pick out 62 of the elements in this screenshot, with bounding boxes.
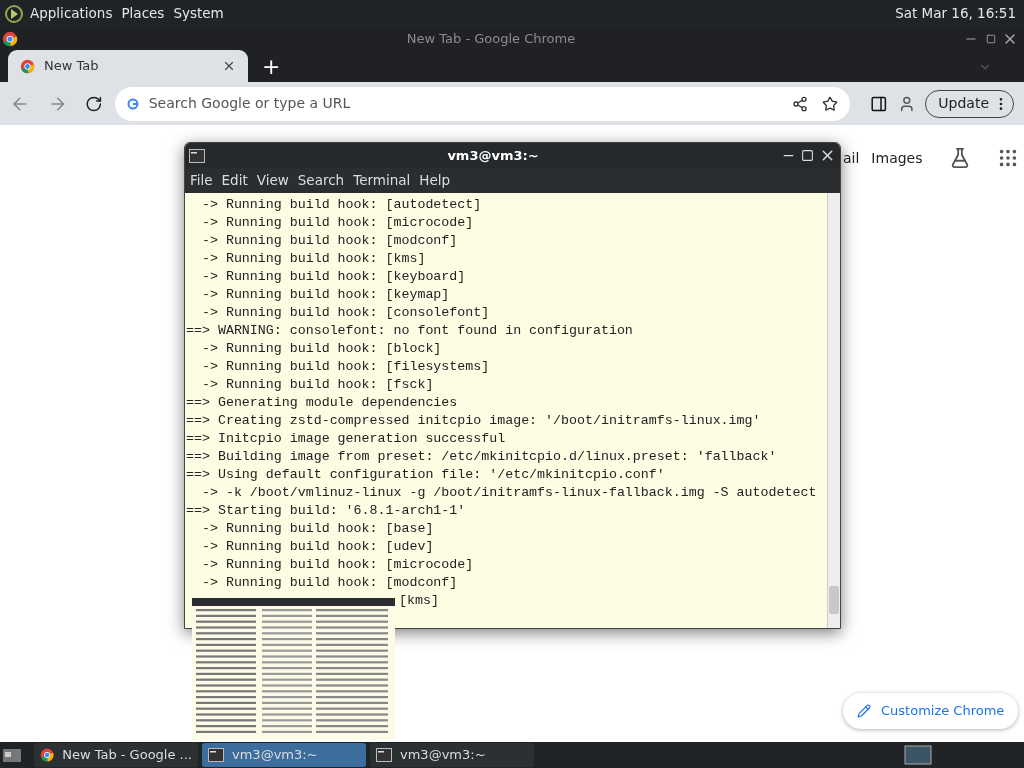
- terminal-line: -> Running build hook: [filesystems]: [200, 358, 490, 376]
- terminal-line: -> Running build hook: [base]: [200, 520, 434, 538]
- menu-item[interactable]: Edit: [221, 170, 248, 191]
- terminal-line: ==> Initcpio image generation successful: [186, 430, 506, 448]
- terminal-line: -> Running build hook: [kms]: [200, 250, 426, 268]
- scrollbar[interactable]: [827, 193, 840, 628]
- header-link[interactable]: Images: [871, 147, 923, 169]
- pencil-icon: [857, 704, 871, 718]
- taskbar-item[interactable]: vm3@vm3:~: [370, 743, 534, 767]
- scrollbar-thumb[interactable]: [829, 586, 839, 614]
- menu-item[interactable]: Search: [297, 170, 345, 191]
- share-icon[interactable]: [792, 95, 809, 112]
- terminal-line: ==> Generating module dependencies: [186, 394, 458, 412]
- terminal-line: -> Running build hook: [keyboard]: [200, 268, 466, 286]
- window-title: New Tab - Google Chrome: [405, 29, 577, 48]
- terminal-line: -> Running build hook: [microcode]: [200, 556, 474, 574]
- chrome-logo-icon: [2, 30, 18, 47]
- terminal-icon: [376, 748, 392, 762]
- header-link[interactable]: ail: [843, 147, 860, 169]
- terminal-line: [kms]: [399, 592, 439, 610]
- terminal-line: -> Running build hook: [udev]: [200, 538, 434, 556]
- terminal-line: -> Running build hook: [consolefont]: [200, 304, 490, 322]
- terminal-line: -> -k /boot/vmlinuz-linux -g /boot/initramfs-linux-fallback.img -S autodetect: [200, 484, 817, 502]
- chrome-logo-icon: [40, 747, 55, 763]
- menu-item[interactable]: Terminal: [353, 170, 411, 191]
- customize-chrome-button[interactable]: Customize Chrome: [843, 693, 1019, 729]
- terminal-line: -> Running build hook: [modconf]: [200, 574, 458, 592]
- panel-menu[interactable]: Places: [121, 3, 165, 24]
- terminal-line: -> Running build hook: [microcode]: [200, 214, 474, 232]
- terminal-line: -> Running build hook: [keymap]: [200, 286, 450, 304]
- side-panel-icon[interactable]: [870, 94, 888, 113]
- panel-menu[interactable]: System: [173, 3, 224, 24]
- reload-icon[interactable]: [85, 94, 103, 113]
- taskbar-item[interactable]: New Tab - Google ...: [34, 743, 198, 767]
- omnibox[interactable]: Search Google or type a URL: [114, 86, 851, 121]
- menu-item[interactable]: View: [256, 170, 289, 191]
- new-tab-button[interactable]: +: [262, 53, 281, 81]
- google-g-icon: [126, 97, 139, 110]
- terminal-icon: [208, 748, 224, 762]
- menu-logo-icon: [4, 3, 24, 24]
- terminal-line: ==> Starting build: '6.8.1-arch1-1': [186, 502, 466, 520]
- terminal-line: -> Running build hook: [modconf]: [200, 232, 458, 250]
- panel-menu[interactable]: Applications: [30, 3, 113, 24]
- taskbar-item[interactable]: vm3@vm3:~: [202, 743, 366, 767]
- browser-tab[interactable]: New Tab: [8, 50, 248, 82]
- chrome-logo-icon: [20, 58, 35, 74]
- terminal-line: ==> Creating zstd-compressed initcpio image: '/boot/initramfs-linux.img': [186, 412, 761, 430]
- menu-item[interactable]: Help: [419, 170, 451, 191]
- terminal-line: -> Running build hook: [block]: [200, 340, 442, 358]
- show-desktop-icon[interactable]: [2, 746, 22, 764]
- menu-item[interactable]: File: [190, 170, 213, 191]
- terminal-icon: [189, 148, 205, 163]
- search-field[interactable]: Search Google or type a URL: [148, 93, 793, 114]
- window-title: vm3@vm3:~: [446, 146, 540, 165]
- close-tab-icon[interactable]: [222, 59, 236, 73]
- star-icon[interactable]: [822, 95, 839, 112]
- clock[interactable]: Sat Mar 16, 16:51: [895, 3, 1016, 24]
- terminal-line: ==> WARNING: consolefont: no font found in configuration: [186, 322, 633, 340]
- terminal-line: -> Running build hook: [fsck]: [200, 376, 434, 394]
- terminal-line: -> Running build hook: [autodetect]: [200, 196, 482, 214]
- terminal-line: ==> Building image from preset: /etc/mkinitcpio.d/linux.preset: 'fallback': [186, 448, 777, 466]
- terminal-line: ==> Using default configuration file: '/etc/mkinitcpio.conf': [186, 466, 665, 484]
